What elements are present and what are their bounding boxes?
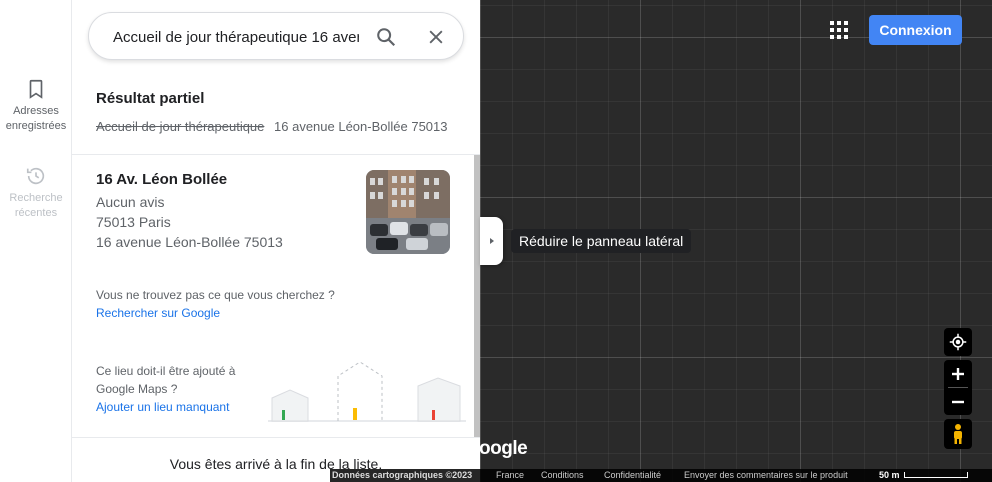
- map-footer: Données cartographiques ©2023 France Con…: [330, 469, 992, 482]
- missing-place-section: Ce lieu doit-il être ajouté à Google Map…: [96, 362, 266, 416]
- saved-places-label-1: Adresses: [13, 105, 59, 117]
- partial-result-query: Accueil de jour thérapeutique 16 avenue …: [96, 119, 466, 134]
- recent-searches-button[interactable]: Recherche récentes: [0, 165, 72, 221]
- terms-link[interactable]: Conditions: [541, 469, 584, 482]
- google-logo: oogle: [479, 438, 528, 459]
- sign-in-button[interactable]: Connexion: [869, 15, 962, 45]
- buildings-illustration: [268, 361, 466, 422]
- apps-grid-icon[interactable]: [830, 21, 848, 39]
- zoom-controls: [944, 360, 972, 415]
- divider: [72, 154, 480, 155]
- recent-searches-label-2: récentes: [14, 207, 58, 219]
- search-button[interactable]: [374, 25, 398, 49]
- collapse-panel-button[interactable]: [480, 217, 503, 265]
- clear-search-button[interactable]: [424, 25, 448, 49]
- saved-places-label-2: enregistrées: [5, 120, 67, 132]
- add-missing-place-link[interactable]: Ajouter un lieu manquant: [96, 398, 266, 416]
- matched-query-terms: 16 avenue Léon-Bollée 75013: [274, 119, 448, 134]
- scale-label[interactable]: 50 m: [879, 469, 900, 482]
- close-icon: [429, 30, 443, 44]
- not-found-question: Vous ne trouvez pas ce que vous cherchez…: [96, 288, 335, 302]
- location-target-icon: [949, 333, 967, 351]
- partial-result-title: Résultat partiel: [96, 90, 205, 107]
- pegman-icon: [954, 424, 962, 444]
- plus-icon: [952, 367, 964, 380]
- search-on-google-link[interactable]: Rechercher sur Google: [96, 304, 335, 322]
- left-rail: Adresses enregistrées Recherche récentes: [0, 0, 72, 482]
- missing-place-question-2: Google Maps ?: [96, 382, 178, 396]
- side-panel: Résultat partiel Accueil de jour thérape…: [72, 0, 480, 482]
- saved-places-button[interactable]: Adresses enregistrées: [0, 78, 72, 134]
- search-icon: [377, 28, 396, 47]
- minus-icon: [952, 400, 964, 403]
- ignored-query-terms: Accueil de jour thérapeutique: [96, 119, 265, 134]
- result-photo[interactable]: [366, 170, 450, 254]
- bookmark-icon: [29, 79, 43, 99]
- partial-result-section: Résultat partiel Accueil de jour thérape…: [96, 90, 466, 134]
- privacy-link[interactable]: Confidentialité: [604, 469, 661, 482]
- history-icon: [26, 167, 45, 185]
- recent-searches-label-1: Recherche: [9, 192, 63, 204]
- not-found-section: Vous ne trouvez pas ce que vous cherchez…: [96, 286, 335, 322]
- chevron-right-icon: [489, 238, 494, 244]
- collapse-panel-tooltip: Réduire le panneau latéral: [511, 229, 692, 253]
- search-input[interactable]: [113, 26, 359, 48]
- street-view-pegman-button[interactable]: [944, 419, 972, 449]
- missing-place-question-1: Ce lieu doit-il être ajouté à: [96, 364, 236, 378]
- my-location-button[interactable]: [944, 328, 972, 356]
- search-box: [88, 12, 464, 60]
- scale-bar: [904, 472, 968, 478]
- country-link[interactable]: France: [496, 469, 524, 482]
- zoom-in-button[interactable]: [944, 360, 972, 387]
- zoom-out-button[interactable]: [944, 388, 972, 415]
- map-data-attribution: Données cartographiques ©2023: [332, 470, 473, 480]
- panel-scrollbar[interactable]: [474, 155, 480, 437]
- send-feedback-link[interactable]: Envoyer des commentaires sur le produit: [684, 469, 848, 482]
